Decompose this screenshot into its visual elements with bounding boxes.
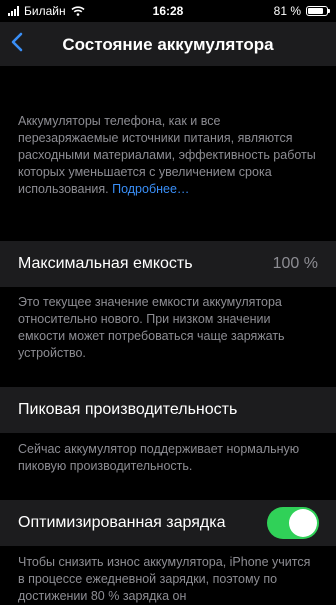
learn-more-link[interactable]: Подробнее… <box>112 182 189 196</box>
optimized-charging-label: Оптимизированная зарядка <box>18 514 226 531</box>
status-right: 81 % <box>273 4 330 18</box>
optimized-charging-footer: Чтобы снизить износ аккумулятора, iPhone… <box>18 555 311 603</box>
peak-performance-cell: Пиковая производительность <box>0 387 336 433</box>
peak-performance-label: Пиковая производительность <box>18 401 238 418</box>
battery-level-fill <box>308 8 323 14</box>
optimized-charging-toggle[interactable] <box>267 507 319 539</box>
max-capacity-cell: Максимальная емкость 100 % <box>0 241 336 287</box>
navigation-bar: Состояние аккумулятора <box>0 22 336 66</box>
max-capacity-footer: Это текущее значение емкости аккумулятор… <box>18 295 285 360</box>
battery-percent: 81 % <box>273 4 301 18</box>
peak-performance-footer: Сейчас аккумулятор поддерживает нормальн… <box>18 442 300 473</box>
max-capacity-value: 100 % <box>272 255 318 272</box>
max-capacity-label: Максимальная емкость <box>18 255 193 272</box>
status-bar: Билайн 16:28 81 % <box>0 0 336 22</box>
battery-icon <box>306 6 330 16</box>
intro-description: Аккумуляторы телефона, как и все перезар… <box>18 113 320 198</box>
page-title: Состояние аккумулятора <box>62 35 274 54</box>
optimized-charging-cell: Оптимизированная зарядка <box>0 500 336 546</box>
toggle-knob <box>289 509 317 537</box>
